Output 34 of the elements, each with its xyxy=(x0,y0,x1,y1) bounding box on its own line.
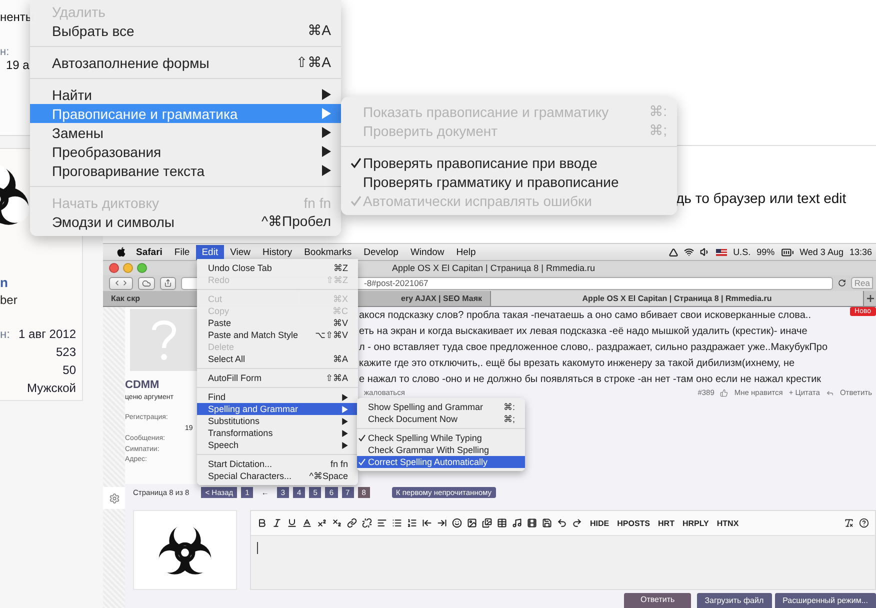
battery-percent: 99% xyxy=(756,247,775,257)
info-value: 523 xyxy=(56,345,76,359)
shortcut-label: ⇧⌘A xyxy=(324,372,348,384)
post-line: л - оно вставляет туда свое предложенное слово,. раздражает, сильно раздражает уже..МакубукПро xyxy=(359,341,828,355)
shortcut-label: ⇧⌘Z xyxy=(324,274,348,286)
shortcut-label: ⌥⇧⌘V xyxy=(314,330,348,340)
post-line: кажите где это отключить,. ещё бы врезать какомуто инженеру за такой дибилизм(ихнему, не xyxy=(359,357,795,371)
info-value: 1 авг 2012 xyxy=(18,327,76,341)
shortcut-label: fn fn xyxy=(329,459,348,469)
post-line: е нажал то слово -оно и не должно бы появляться в строке -ан нет -там оно если не нажал крестик xyxy=(359,373,822,387)
shortcut-label: ⌘; xyxy=(502,414,515,424)
info-value: Мужской xyxy=(26,381,76,395)
post-line: акося подсказку слов? пробла такая -печатаешь а оно само вбивает свои исковерканные слова.. xyxy=(359,309,811,323)
window-title: Apple OS X El Capitan | Страница 8 | Rmmedia.ru xyxy=(392,263,596,273)
shortcut-label: ⌘A xyxy=(306,22,331,39)
shortcut-label: ⌘; xyxy=(648,122,667,139)
date-label: Wed 3 Aug xyxy=(800,247,844,257)
post-line: еть на экран и когда выскакивает их левая подсказка -её надо мышкой удалить (крестик)- иначе xyxy=(359,325,808,339)
shortcut-label: ^⌘Пробел xyxy=(260,213,331,230)
profile-text: 19 а xyxy=(6,58,30,72)
shortcut-label: ⌘V xyxy=(332,318,348,328)
shortcut-label: ⌘: xyxy=(648,103,667,120)
info-value: 50 xyxy=(62,363,76,377)
shortcut-label: ⌘Z xyxy=(332,262,348,274)
shortcut-label: ⌘X xyxy=(332,294,348,304)
shortcut-label: ^⌘Space xyxy=(308,470,348,482)
shortcut-label: ⌘A xyxy=(332,354,348,364)
shortcut-label: ⇧⌘A xyxy=(294,54,331,71)
shortcut-label: ⌘: xyxy=(502,402,515,412)
profile-text: н: xyxy=(0,46,10,58)
user-title: ber xyxy=(0,293,18,307)
info-label: н: xyxy=(0,327,10,341)
shortcut-label: ⌘C xyxy=(332,306,348,316)
shortcut-label: fn fn xyxy=(302,194,331,210)
